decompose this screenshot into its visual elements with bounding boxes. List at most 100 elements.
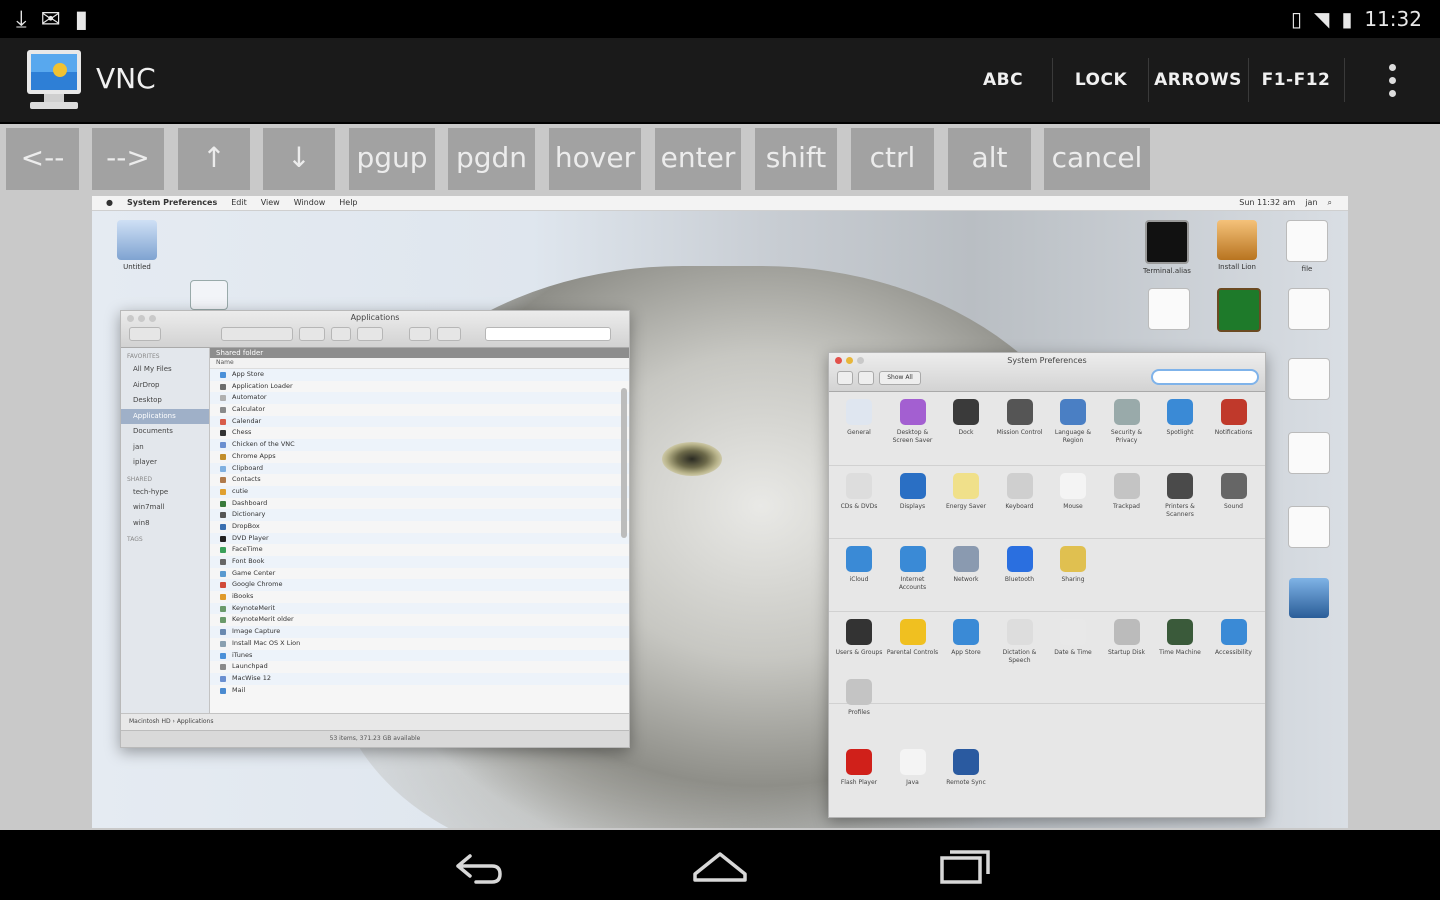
key-right[interactable]: --> [92, 128, 164, 190]
file-row[interactable]: MacWise 12 [210, 672, 629, 685]
home-icon[interactable] [685, 844, 755, 888]
pref-pane-app-store[interactable]: App Store [940, 619, 992, 657]
desktop-icon-file[interactable]: file [1270, 220, 1344, 274]
sidebar-item-win8[interactable]: win8 [121, 516, 209, 532]
pref-pane-dictation-speech[interactable]: Dictation & Speech [994, 619, 1046, 665]
file-row[interactable]: Calendar [210, 415, 629, 428]
pref-pane-desktop-screen-saver[interactable]: Desktop & Screen Saver [887, 399, 939, 445]
pref-pane-printers-scanners[interactable]: Printers & Scanners [1154, 473, 1206, 519]
sidebar-item-documents[interactable]: Documents [121, 424, 209, 440]
file-row[interactable]: DVD Player [210, 532, 629, 545]
pref-pane-startup-disk[interactable]: Startup Disk [1101, 619, 1153, 657]
file-row[interactable]: cutie [210, 485, 629, 498]
file-row[interactable]: Install Mac OS X Lion [210, 638, 629, 650]
file-row[interactable]: Dashboard [210, 498, 629, 510]
key-cancel[interactable]: cancel [1044, 128, 1150, 190]
pref-pane-security-privacy[interactable]: Security & Privacy [1101, 399, 1153, 445]
pref-pane-general[interactable]: General [833, 399, 885, 437]
sidebar-item-all-my-files[interactable]: All My Files [121, 362, 209, 378]
menu-view[interactable]: View [261, 196, 280, 210]
sidebar-item-iplayer[interactable]: iplayer [121, 455, 209, 471]
file-row[interactable]: Dictionary [210, 509, 629, 521]
file-row[interactable]: iBooks [210, 591, 629, 603]
key-shift[interactable]: shift [755, 128, 837, 190]
file-row[interactable]: Automator [210, 392, 629, 405]
file-row[interactable]: Font Book [210, 556, 629, 568]
recent-apps-icon[interactable] [930, 844, 1000, 888]
syspref-search-field[interactable] [1151, 369, 1259, 385]
pref-pane-profiles[interactable]: Profiles [833, 679, 885, 717]
file-row[interactable]: Contacts [210, 474, 629, 486]
desktop-icon-doc-3[interactable] [1272, 288, 1346, 333]
file-row[interactable]: KeynoteMerit older [210, 614, 629, 626]
pref-pane-dock[interactable]: Dock [940, 399, 992, 437]
file-row[interactable]: KeynoteMerit [210, 602, 629, 615]
file-row[interactable]: FaceTime [210, 544, 629, 556]
pref-pane-keyboard[interactable]: Keyboard [994, 473, 1046, 511]
sidebar-item-desktop[interactable]: Desktop [121, 393, 209, 409]
share-button[interactable] [331, 327, 351, 341]
sidebar-item-jan[interactable]: jan [121, 440, 209, 456]
file-row[interactable]: Chicken of the VNC [210, 439, 629, 451]
file-row[interactable]: Chess [210, 427, 629, 439]
pref-pane-date-time[interactable]: Date & Time [1047, 619, 1099, 657]
function-keys-button[interactable]: F1-F12 [1252, 38, 1340, 122]
pref-pane-energy-saver[interactable]: Energy Saver [940, 473, 992, 511]
finder-window[interactable]: Applications FAVORITES All My Files AirD… [120, 310, 630, 748]
desktop-icon-chalkboard[interactable] [1202, 288, 1276, 335]
pref-pane-trackpad[interactable]: Trackpad [1101, 473, 1153, 511]
key-left[interactable]: <-- [6, 128, 79, 190]
desktop-icon-disk[interactable]: Untitled [100, 220, 174, 272]
finder-file-list[interactable]: Shared folder Name App Store Application … [210, 348, 629, 713]
pref-pane-cds-dvds[interactable]: CDs & DVDs [833, 473, 885, 511]
abc-button[interactable]: ABC [964, 38, 1042, 122]
desktop-icon-doc-6[interactable] [1272, 506, 1346, 551]
arrows-button[interactable]: ARROWS [1152, 38, 1244, 122]
desktop-icon-terminal[interactable]: Terminal.alias [1130, 220, 1204, 276]
view-mode-buttons[interactable] [221, 327, 293, 341]
pref-pane-spotlight[interactable]: Spotlight [1154, 399, 1206, 437]
pref-pane-displays[interactable]: Displays [887, 473, 939, 511]
pref-pane-mouse[interactable]: Mouse [1047, 473, 1099, 511]
file-row[interactable]: Game Center [210, 568, 629, 580]
menubar-clock[interactable]: Sun 11:32 am [1239, 196, 1295, 210]
action-button[interactable] [437, 327, 461, 341]
key-alt[interactable]: alt [948, 128, 1031, 190]
menu-window[interactable]: Window [294, 196, 326, 210]
desktop-icon-doc-2[interactable] [1132, 288, 1206, 333]
pref-pane-icloud[interactable]: iCloud [833, 546, 885, 584]
pref-pane-remote-sync[interactable]: Remote Sync [940, 749, 992, 787]
file-row[interactable]: Chrome Apps [210, 451, 629, 463]
desktop-icon-doc-4[interactable] [1272, 358, 1346, 403]
file-row[interactable]: Mail [210, 685, 629, 697]
desktop-icon-app[interactable] [1272, 578, 1346, 621]
overflow-menu-icon[interactable] [1382, 60, 1402, 102]
finder-titlebar[interactable]: Applications [121, 311, 629, 348]
key-hover[interactable]: hover [549, 128, 641, 190]
pref-pane-notifications[interactable]: Notifications [1208, 399, 1260, 437]
menubar-user[interactable]: jan [1305, 196, 1317, 210]
file-row[interactable]: iTunes [210, 649, 629, 662]
syspref-titlebar[interactable]: System Preferences Show All [829, 353, 1265, 392]
pref-pane-language-region[interactable]: Language & Region [1047, 399, 1099, 445]
file-row[interactable]: DropBox [210, 521, 629, 533]
finder-scrollbar[interactable] [621, 388, 627, 538]
back-icon[interactable] [442, 844, 512, 888]
desktop-icon-screenshot[interactable] [172, 280, 246, 313]
remote-desktop-view[interactable]: ● System Preferences Edit View Window He… [92, 196, 1348, 828]
menu-help[interactable]: Help [339, 196, 357, 210]
desktop-icon-package[interactable]: Install Lion [1200, 220, 1274, 272]
spotlight-icon[interactable]: ⌕ [1328, 196, 1332, 210]
desktop-icon-doc-5[interactable] [1272, 432, 1346, 477]
back-forward-button[interactable] [129, 327, 161, 341]
tag-button[interactable] [357, 327, 383, 341]
file-row[interactable]: Clipboard [210, 462, 629, 475]
forward-button[interactable] [858, 371, 874, 385]
key-pgup[interactable]: pgup [349, 128, 435, 190]
key-down[interactable]: ↓ [263, 128, 335, 190]
back-button[interactable] [837, 371, 853, 385]
pref-pane-time-machine[interactable]: Time Machine [1154, 619, 1206, 657]
key-enter[interactable]: enter [655, 128, 741, 190]
sidebar-item-airdrop[interactable]: AirDrop [121, 378, 209, 394]
pref-pane-network[interactable]: Network [940, 546, 992, 584]
